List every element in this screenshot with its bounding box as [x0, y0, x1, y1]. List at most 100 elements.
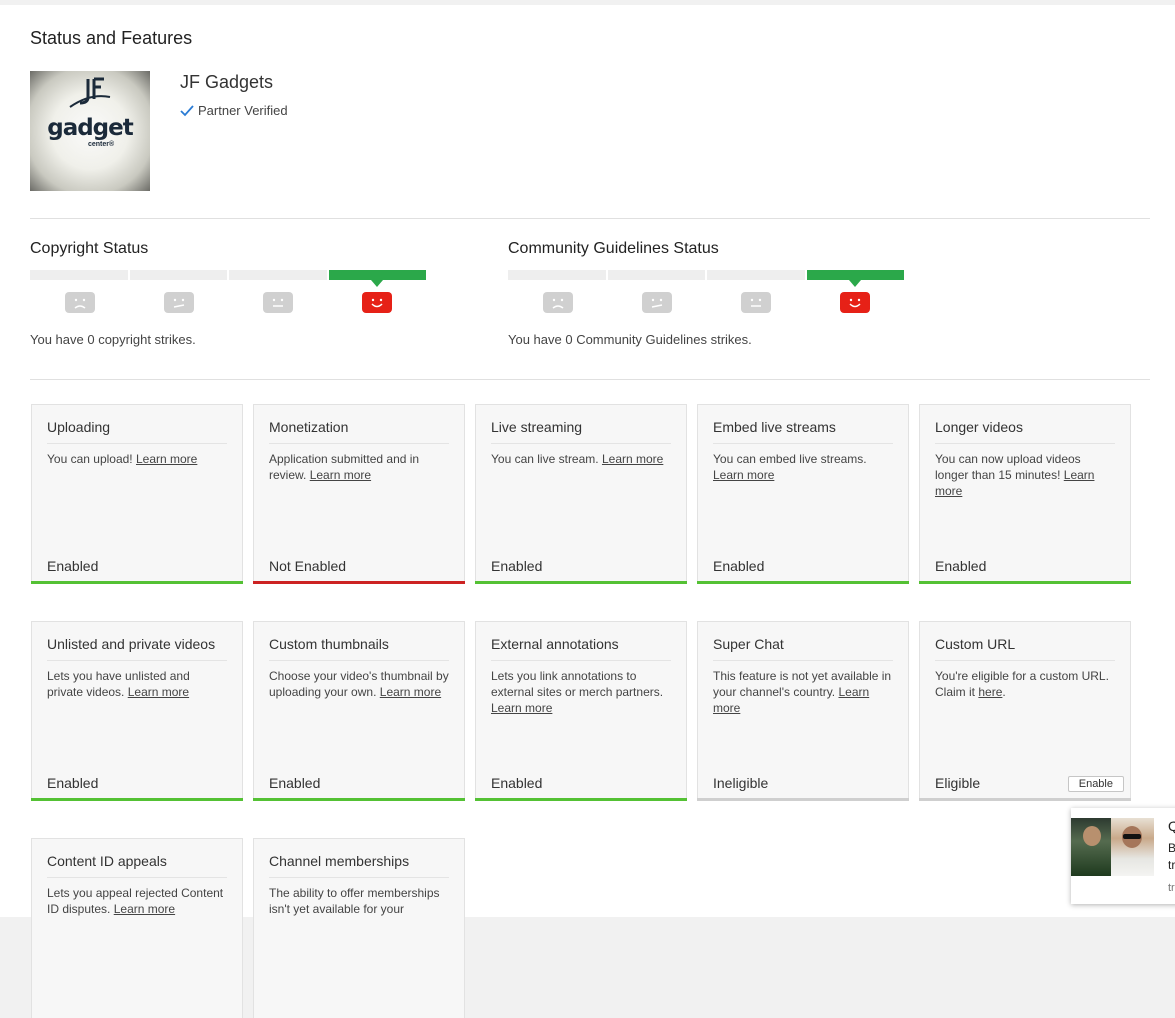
- learn-more-link[interactable]: Learn more: [713, 468, 774, 482]
- feature-description: You can embed live streams. Learn more: [713, 452, 867, 482]
- sad-face-icon: [542, 292, 573, 313]
- partner-verified: Partner Verified: [180, 103, 288, 118]
- strike-segment: [508, 270, 606, 280]
- logo-wordmark: gadget: [47, 115, 134, 141]
- feature-card: Longer videos You can now upload videos l…: [919, 404, 1131, 584]
- feature-card: Channel memberships The ability to offer …: [253, 838, 465, 1018]
- feature-description: Application submitted and in review. Lea…: [269, 452, 420, 482]
- feature-description: You can live stream. Learn more: [491, 452, 664, 466]
- feature-description: You can now upload videos longer than 15…: [935, 452, 1095, 498]
- feature-status: Not Enabled: [269, 558, 347, 574]
- feature-title: Custom thumbnails: [269, 636, 449, 661]
- neutral-face-icon: [740, 292, 771, 313]
- happy-face-icon: [839, 292, 870, 313]
- enable-button[interactable]: Enable: [1067, 776, 1124, 792]
- feature-description: Lets you appeal rejected Content ID disp…: [47, 886, 224, 916]
- verified-label: Partner Verified: [198, 103, 288, 118]
- feature-status-bar: [919, 798, 1131, 801]
- feature-description: Choose your video's thumbnail by uploadi…: [269, 669, 449, 699]
- popup-title: Q: [1168, 818, 1175, 834]
- feature-description: This feature is not yet available in you…: [713, 669, 892, 715]
- copyright-strikes-text: You have 0 copyright strikes.: [30, 332, 196, 347]
- feature-description: Lets you have unlisted and private video…: [47, 669, 190, 699]
- feature-status-bar: [475, 581, 687, 584]
- feature-card: Live streaming You can live stream. Learn…: [475, 404, 687, 584]
- feature-title: Longer videos: [935, 419, 1115, 444]
- feature-title: Super Chat: [713, 636, 893, 661]
- feature-status: Eligible: [935, 775, 981, 791]
- feature-status: Enabled: [47, 558, 99, 574]
- feature-status-bar: [31, 798, 243, 801]
- copyright-status: Copyright Status You have 0 copyright st…: [30, 240, 430, 350]
- community-strikes-text: You have 0 Community Guidelines strikes.: [508, 332, 752, 347]
- strike-segment: [328, 270, 426, 287]
- divider: [30, 379, 1150, 380]
- feature-status-bar: [919, 581, 1131, 584]
- learn-more-link[interactable]: here: [978, 685, 1002, 699]
- strike-segment: [129, 270, 227, 280]
- feature-status: Enabled: [269, 775, 321, 791]
- copyright-faces: [30, 292, 426, 313]
- feature-status-bar: [697, 798, 909, 801]
- feature-card: Super Chat This feature is not yet availa…: [697, 621, 909, 801]
- feature-status: Ineligible: [713, 775, 769, 791]
- community-status: Community Guidelines Status You have 0 C…: [508, 240, 908, 350]
- feature-title: Live streaming: [491, 419, 671, 444]
- feature-status-bar: [253, 581, 465, 584]
- divider: [30, 218, 1150, 219]
- learn-more-link[interactable]: Learn more: [380, 685, 441, 699]
- feature-description: You're eligible for a custom URL. Claim …: [935, 669, 1109, 699]
- feature-title: Content ID appeals: [47, 853, 227, 878]
- feature-card: Custom thumbnails Choose your video's thu…: [253, 621, 465, 801]
- learn-more-link[interactable]: Learn more: [310, 468, 371, 482]
- popup-thumbnail: [1111, 818, 1154, 876]
- feature-title: External annotations: [491, 636, 671, 661]
- popup-text: Btr: [1168, 841, 1175, 872]
- copyright-status-title: Copyright Status: [30, 240, 149, 257]
- logo-subtext: center®: [88, 141, 115, 148]
- feature-card: Monetization Application submitted and in…: [253, 404, 465, 584]
- feature-status-bar: [475, 798, 687, 801]
- feature-title: Channel memberships: [269, 853, 449, 878]
- feature-title: Unlisted and private videos: [47, 636, 227, 661]
- community-faces: [508, 292, 904, 313]
- feature-card: Uploading You can upload! Learn more Enabl…: [31, 404, 243, 584]
- feature-card: Unlisted and private videos Lets you have…: [31, 621, 243, 801]
- strike-segment: [806, 270, 904, 287]
- community-status-title: Community Guidelines Status: [508, 240, 719, 257]
- popup-source: tr: [1168, 882, 1175, 894]
- notification-popup[interactable]: Q Btr tr: [1071, 808, 1175, 904]
- feature-title: Uploading: [47, 419, 227, 444]
- feature-card: Embed live streams You can embed live str…: [697, 404, 909, 584]
- feature-card: Custom URL You're eligible for a custom U…: [919, 621, 1131, 801]
- feature-title: Custom URL: [935, 636, 1115, 661]
- feature-status-bar: [697, 581, 909, 584]
- strike-segment: [607, 270, 705, 280]
- neutral-face-icon: [262, 292, 293, 313]
- meh-face-icon: [641, 292, 672, 313]
- learn-more-link[interactable]: Learn more: [136, 452, 197, 466]
- feature-status-bar: [31, 581, 243, 584]
- feature-status: Enabled: [47, 775, 99, 791]
- feature-status: Enabled: [491, 775, 543, 791]
- community-strike-bar: [508, 270, 904, 287]
- learn-more-link[interactable]: Learn more: [114, 902, 175, 916]
- strike-segment: [30, 270, 128, 280]
- channel-avatar[interactable]: gadget center®: [30, 71, 150, 191]
- jf-logo-icon: [69, 77, 111, 108]
- learn-more-link[interactable]: Learn more: [491, 701, 552, 715]
- strike-segment: [707, 270, 805, 280]
- channel-name: JF Gadgets: [180, 72, 274, 92]
- learn-more-link[interactable]: Learn more: [128, 685, 189, 699]
- feature-description: Lets you link annotations to external si…: [491, 669, 664, 715]
- happy-face-icon: [361, 292, 392, 313]
- feature-description: The ability to offer memberships isn't y…: [269, 886, 440, 916]
- learn-more-link[interactable]: Learn more: [602, 452, 663, 466]
- strike-segment: [229, 270, 327, 280]
- feature-card: Content ID appeals Lets you appeal reject…: [31, 838, 243, 1018]
- feature-description: You can upload! Learn more: [47, 452, 198, 466]
- feature-status: Enabled: [491, 558, 543, 574]
- popup-thumbnail: [1071, 818, 1111, 876]
- checkmark-icon: [180, 104, 194, 116]
- copyright-strike-bar: [30, 270, 426, 287]
